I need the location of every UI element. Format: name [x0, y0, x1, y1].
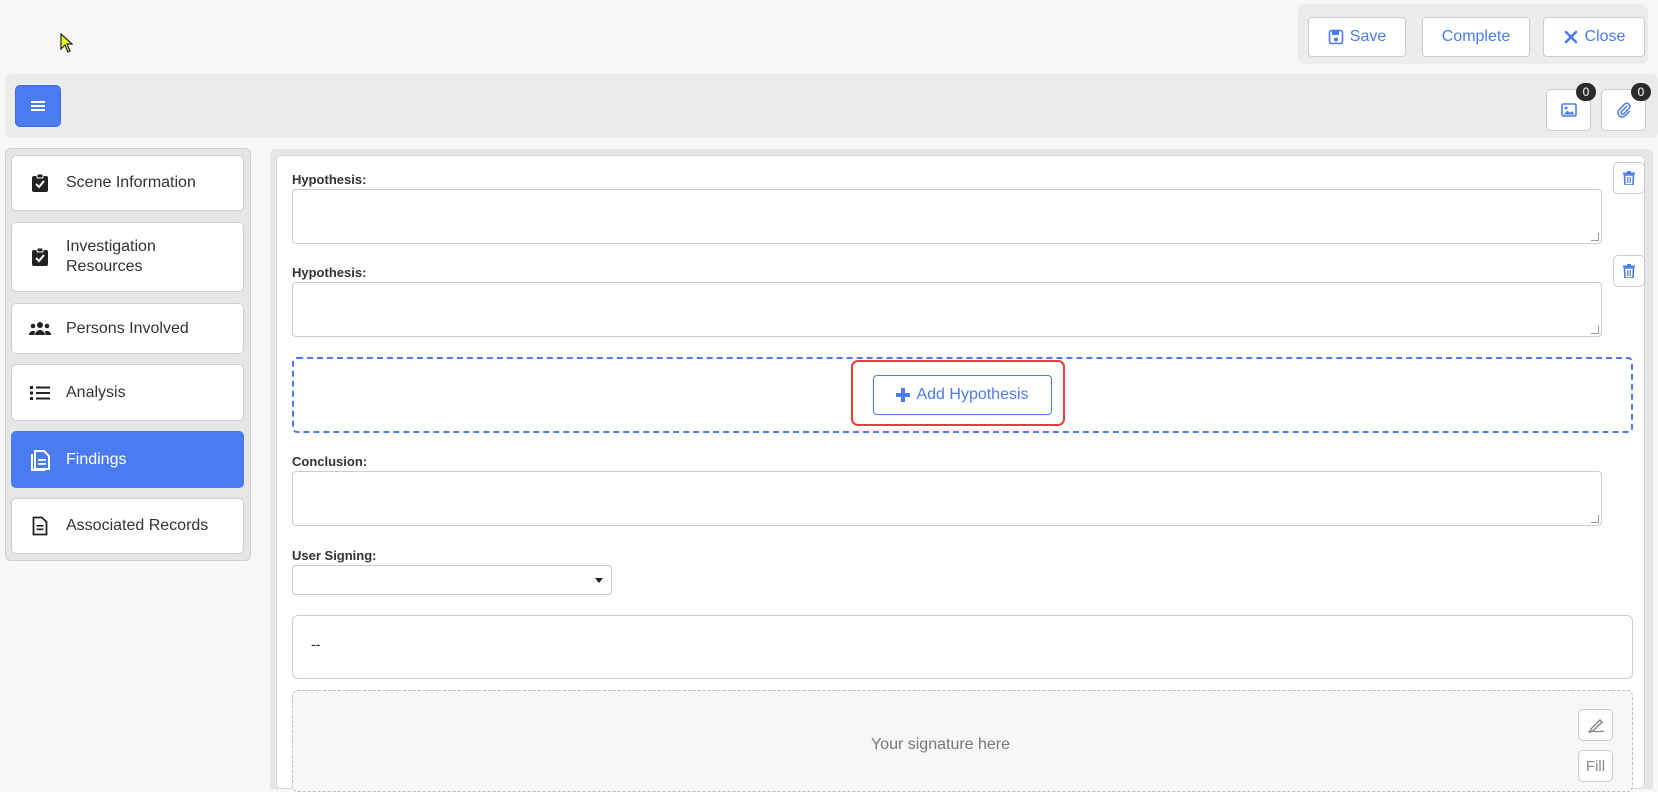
header-bar	[5, 74, 1658, 138]
save-label: Save	[1349, 28, 1387, 45]
user-signing-select[interactable]	[292, 565, 612, 595]
sidebar-item-associated-records[interactable]: Associated Records	[11, 498, 244, 554]
resize-grip-icon[interactable]	[1591, 233, 1599, 241]
hamburger-icon	[31, 101, 45, 111]
sidebar-item-label: Findings	[66, 450, 127, 468]
hypothesis-textarea[interactable]	[292, 189, 1602, 244]
sidebar-item-label: Persons Involved	[66, 319, 189, 337]
delete-hypothesis-button[interactable]	[1613, 162, 1645, 194]
file-text-icon	[29, 515, 51, 537]
clipboard-check-icon	[29, 172, 51, 194]
conclusion-label: Conclusion:	[292, 454, 368, 469]
sidebar-item-analysis[interactable]: Analysis	[11, 364, 244, 421]
fill-label: Fill	[1585, 757, 1606, 775]
sidebar-item-scene-information[interactable]: Scene Information	[11, 155, 244, 211]
sidebar-item-investigation-resources[interactable]: Investigation Resources	[11, 222, 244, 292]
resize-grip-icon[interactable]	[1591, 326, 1599, 334]
list-icon	[29, 382, 51, 404]
trash-icon	[1623, 264, 1635, 278]
conclusion-textarea[interactable]	[292, 471, 1602, 526]
add-hypothesis-button[interactable]: Add Hypothesis	[873, 375, 1052, 415]
delete-hypothesis-button[interactable]	[1613, 255, 1645, 287]
signature-icon	[1587, 718, 1604, 733]
save-button[interactable]: Save	[1308, 17, 1406, 57]
complete-label: Complete	[1441, 28, 1511, 45]
resize-grip-icon[interactable]	[1591, 515, 1599, 523]
caret-down-icon	[595, 578, 603, 583]
hypothesis-label: Hypothesis:	[292, 265, 367, 280]
paperclip-icon	[1616, 102, 1631, 118]
sidebar-item-persons-involved[interactable]: Persons Involved	[11, 303, 244, 354]
close-button[interactable]: Close	[1543, 17, 1645, 57]
images-count-badge: 0	[1576, 83, 1596, 101]
sidebar-item-findings[interactable]: Findings	[11, 431, 244, 488]
hypothesis-label: Hypothesis:	[292, 172, 367, 187]
signature-fill-button[interactable]: Fill	[1578, 750, 1613, 782]
complete-button[interactable]: Complete	[1422, 17, 1530, 57]
attachments-count-badge: 0	[1631, 83, 1651, 101]
add-hypothesis-label: Add Hypothesis	[916, 386, 1029, 403]
signature-draw-button[interactable]	[1578, 709, 1613, 741]
save-icon	[1328, 29, 1344, 45]
sidebar-item-label: Associated Records	[66, 517, 209, 534]
file-lines-icon	[29, 449, 51, 471]
user-signing-label: User Signing:	[292, 548, 377, 563]
signer-display: --	[292, 615, 1633, 679]
sidebar-item-label: Analysis	[66, 383, 126, 401]
close-label: Close	[1584, 28, 1626, 45]
mouse-cursor-icon	[60, 33, 74, 53]
image-icon	[1560, 103, 1577, 117]
clipboard-check-icon	[29, 246, 51, 268]
top-action-bar: Save Complete Close	[1298, 4, 1648, 64]
close-icon	[1564, 30, 1577, 44]
sidebar-item-label: Investigation Resources	[66, 238, 156, 275]
trash-icon	[1623, 171, 1635, 185]
users-icon	[29, 318, 51, 340]
plus-icon	[896, 388, 911, 402]
menu-toggle-button[interactable]	[15, 85, 61, 127]
signature-placeholder: Your signature here	[870, 736, 1011, 753]
sidebar-item-label: Scene Information	[66, 174, 196, 191]
hypothesis-textarea[interactable]	[292, 282, 1602, 337]
